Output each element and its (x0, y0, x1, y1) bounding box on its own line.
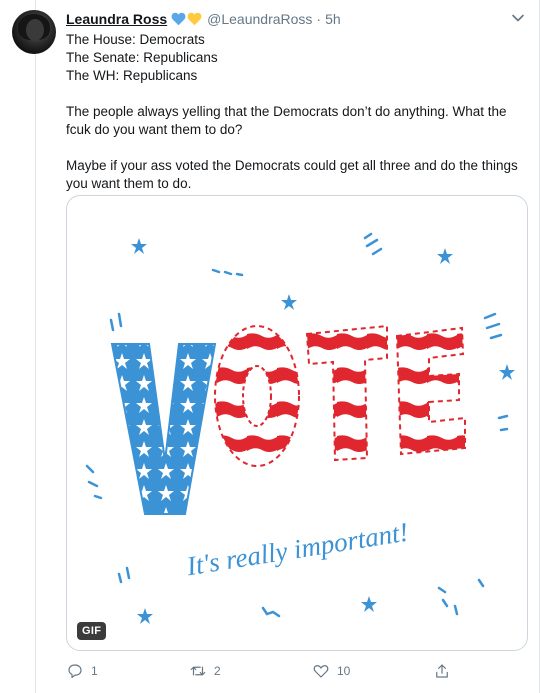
tweet-header: Leaundra Ross @LeaundraRoss · 5h (66, 9, 341, 29)
user-handle[interactable]: @LeaundraRoss (207, 11, 312, 27)
timestamp[interactable]: 5h (325, 11, 341, 27)
retweet-button[interactable]: 2 (189, 662, 221, 680)
display-name[interactable]: Leaundra Ross (66, 11, 167, 27)
gif-caption: It's really important! (184, 517, 411, 582)
heart-icon (313, 665, 329, 678)
tweet-actions: 1 2 10 (66, 662, 486, 682)
reply-button[interactable]: 1 (66, 662, 98, 680)
avatar-face (26, 19, 44, 41)
avatar[interactable] (12, 10, 56, 54)
yellow-heart-icon (187, 12, 202, 26)
tweet-line: The WH: Republicans (66, 68, 198, 83)
gif-badge: GIF (77, 622, 107, 640)
tweet-line: The Senate: Republicans (66, 50, 218, 65)
blue-heart-icon (171, 12, 186, 26)
share-button[interactable] (433, 662, 451, 680)
vote-letter-v (110, 343, 217, 515)
reply-icon (68, 664, 82, 678)
chevron-down-icon[interactable] (510, 10, 526, 26)
tweet[interactable]: Leaundra Ross @LeaundraRoss · 5h The Hou… (0, 0, 540, 693)
vote-letter-t (305, 324, 388, 462)
vote-gif-image: It's really important! (85, 232, 515, 624)
tweet-line: The House: Democrats (66, 32, 205, 47)
reply-count: 1 (91, 664, 98, 678)
like-count: 10 (337, 664, 351, 678)
share-icon (436, 664, 448, 678)
tweet-paragraph: The people always yelling that the Democ… (66, 104, 507, 137)
retweet-count: 2 (214, 664, 221, 678)
tweet-paragraph: Maybe if your ass voted the Democrats co… (66, 158, 518, 191)
vote-letter-e (395, 326, 466, 456)
tweet-text: The House: Democrats The Senate: Republi… (66, 31, 526, 193)
media-gif[interactable]: It's really important! GIF (66, 195, 528, 651)
retweet-icon (190, 666, 206, 676)
like-button[interactable]: 10 (312, 662, 350, 680)
separator-dot: · (316, 11, 322, 27)
name-emoji (171, 12, 202, 26)
